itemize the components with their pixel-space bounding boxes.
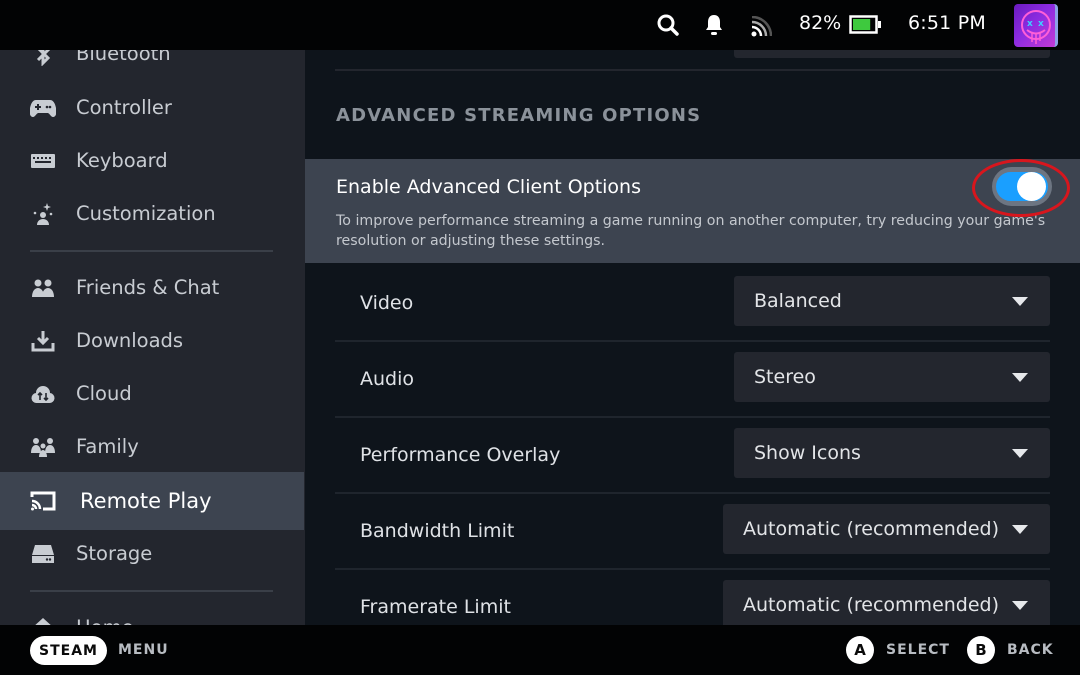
setting-label: Bandwidth Limit xyxy=(360,520,515,542)
setting-row-audio: Audio Stereo xyxy=(335,342,1050,418)
toggle-label: Enable Advanced Client Options xyxy=(336,176,642,198)
b-button-icon: B xyxy=(967,636,995,664)
caret-down-icon xyxy=(1012,601,1028,610)
sidebar-item-label: Customization xyxy=(76,202,216,225)
advanced-client-options-row[interactable]: Enable Advanced Client Options To improv… xyxy=(305,159,1080,263)
sidebar-item-remote-play[interactable]: Remote Play xyxy=(0,472,304,530)
advanced-client-options-toggle[interactable] xyxy=(992,167,1052,206)
friends-icon xyxy=(30,275,56,301)
sidebar-item-customization[interactable]: Customization xyxy=(0,187,304,240)
back-hint-label[interactable]: BACK xyxy=(1007,642,1054,658)
battery-percentage: 82% xyxy=(799,12,842,34)
sidebar-item-cloud[interactable]: Cloud xyxy=(0,367,304,420)
setting-row-performance-overlay: Performance Overlay Show Icons xyxy=(335,418,1050,494)
performance-overlay-dropdown[interactable]: Show Icons xyxy=(734,428,1050,478)
sidebar-item-label: Cloud xyxy=(76,382,132,405)
sidebar-item-label: Friends & Chat xyxy=(76,276,220,299)
dropdown-value: Automatic (recommended) xyxy=(743,518,1000,540)
sidebar-item-keyboard[interactable]: Keyboard xyxy=(0,134,304,187)
family-icon xyxy=(30,434,56,460)
video-dropdown[interactable]: Balanced xyxy=(734,276,1050,326)
sidebar-item-friends-chat[interactable]: Friends & Chat xyxy=(0,261,304,314)
bluetooth-icon xyxy=(30,50,56,67)
footer-button-hints: STEAM MENU A SELECT B BACK xyxy=(0,625,1080,675)
sidebar-item-bluetooth[interactable]: Bluetooth xyxy=(0,50,304,80)
cast-icon xyxy=(30,488,56,514)
row-divider xyxy=(335,69,1050,71)
dropdown-value: Show Icons xyxy=(754,442,861,464)
storage-drive-icon xyxy=(30,541,56,567)
setting-label: Video xyxy=(360,292,414,314)
battery-icon xyxy=(849,15,882,34)
sidebar-item-label: Home xyxy=(76,616,134,625)
sidebar-item-home[interactable]: Home xyxy=(0,601,304,625)
previous-dropdown[interactable] xyxy=(734,50,1050,58)
clock: 6:51 PM xyxy=(908,12,986,34)
setting-row-video: Video Balanced xyxy=(335,266,1050,342)
setting-row-bandwidth-limit: Bandwidth Limit Automatic (recommended) xyxy=(335,494,1050,570)
sidebar-item-label: Bluetooth xyxy=(76,50,171,65)
menu-hint-label: MENU xyxy=(118,642,169,658)
dropdown-value: Automatic (recommended) xyxy=(743,594,1000,616)
audio-dropdown[interactable]: Stereo xyxy=(734,352,1050,402)
setting-label: Framerate Limit xyxy=(360,596,511,618)
sidebar-item-label: Family xyxy=(76,435,139,458)
remote-play-settings: ADVANCED STREAMING OPTIONS Enable Advanc… xyxy=(305,50,1080,625)
caret-down-icon xyxy=(1012,449,1028,458)
search-icon[interactable] xyxy=(656,13,680,37)
toggle-description: To improve performance streaming a game … xyxy=(336,213,1046,249)
cloud-sync-icon xyxy=(30,381,56,407)
customization-sparkle-icon xyxy=(30,201,56,227)
gamepad-icon xyxy=(30,95,56,121)
sidebar-item-label: Controller xyxy=(76,96,172,119)
sidebar-item-storage[interactable]: Storage xyxy=(0,527,304,580)
sidebar-item-label: Remote Play xyxy=(80,489,212,513)
dropdown-value: Balanced xyxy=(754,290,842,312)
framerate-limit-dropdown[interactable]: Automatic (recommended) xyxy=(723,580,1050,625)
sidebar-item-family[interactable]: Family xyxy=(0,420,304,473)
keyboard-icon xyxy=(30,148,56,174)
caret-down-icon xyxy=(1012,373,1028,382)
svg-text:x: x xyxy=(1027,19,1033,29)
user-avatar[interactable]: x x xyxy=(1014,4,1058,47)
home-icon xyxy=(30,615,56,625)
a-button-icon: A xyxy=(846,636,874,664)
sidebar-divider xyxy=(30,590,273,592)
sidebar-divider xyxy=(30,250,273,252)
section-title: ADVANCED STREAMING OPTIONS xyxy=(336,105,702,126)
sidebar-item-label: Storage xyxy=(76,542,153,565)
svg-text:x: x xyxy=(1038,19,1044,29)
battery-fill xyxy=(853,19,871,30)
bandwidth-limit-dropdown[interactable]: Automatic (recommended) xyxy=(723,504,1050,554)
setting-label: Audio xyxy=(360,368,415,390)
notification-bell-icon[interactable] xyxy=(702,13,726,37)
setting-label: Performance Overlay xyxy=(360,444,561,466)
settings-sidebar: Bluetooth Controller Keyboard Customizat… xyxy=(0,50,305,625)
sidebar-item-label: Keyboard xyxy=(76,149,168,172)
download-icon xyxy=(30,328,56,354)
caret-down-icon xyxy=(1012,525,1028,534)
sidebar-item-downloads[interactable]: Downloads xyxy=(0,314,304,367)
sidebar-item-controller[interactable]: Controller xyxy=(0,81,304,134)
sidebar-item-label: Downloads xyxy=(76,329,184,352)
toggle-knob xyxy=(1017,172,1046,201)
setting-row-framerate-limit: Framerate Limit Automatic (recommended) xyxy=(335,570,1050,625)
network-signal-icon[interactable] xyxy=(749,15,773,39)
status-bar: 82% 6:51 PM x x xyxy=(0,0,1080,50)
select-hint-label[interactable]: SELECT xyxy=(886,642,950,658)
caret-down-icon xyxy=(1012,297,1028,306)
dropdown-value: Stereo xyxy=(754,366,816,388)
steam-button[interactable]: STEAM xyxy=(30,636,107,665)
